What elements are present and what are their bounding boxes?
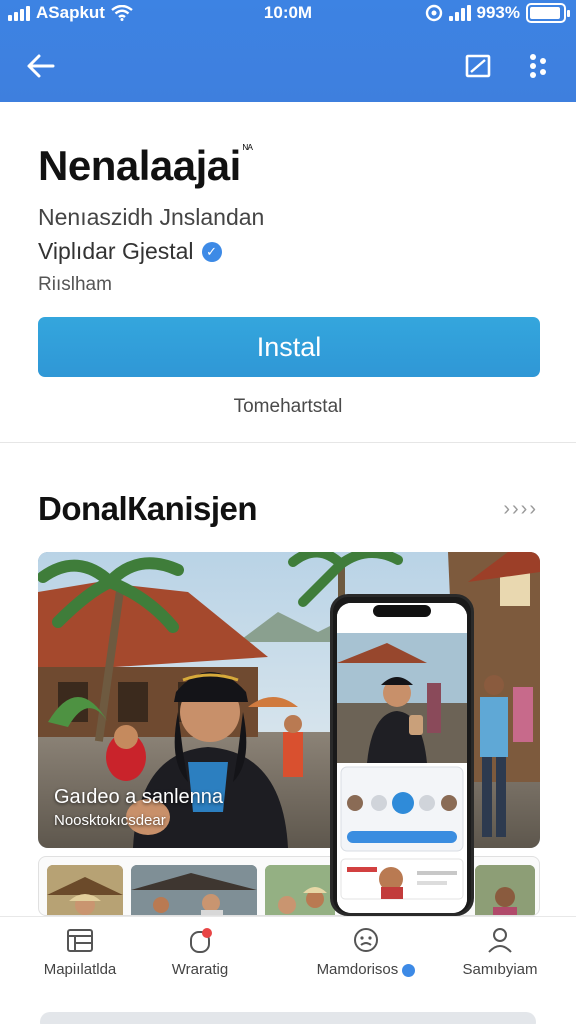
section-more-arrows[interactable]: ›››› [503,498,538,521]
nav-item-4[interactable]: Samıbyiam [440,923,560,978]
developer-row[interactable]: Viplıdar Gjestal ✓ [38,238,222,265]
thumbnail-1-image [47,865,123,915]
cell-signal-icon [448,5,471,21]
app-subtitle: Nenıaszidh Jnslandan [38,204,265,230]
developer-name[interactable]: Viplıdar Gjestal [38,238,194,265]
battery-percent: 993% [476,3,520,22]
nav-item-3[interactable]: Mamdorisos [306,923,426,978]
thumbnail-3[interactable] [265,865,335,915]
alarm-icon [425,4,442,22]
section-title: DonalКanisjen [38,490,258,527]
thumbnail-3-image [265,865,335,915]
status-right: 993% [425,3,570,23]
more-button[interactable] [516,44,560,88]
phone-screen-content [337,603,467,913]
nav-item-1-label: Mapiılatlda [43,961,117,978]
battery-fill [530,7,560,19]
bottom-navigation: Mapiılatlda Wraratig Mamdorisos Samıbyia… [0,916,576,1024]
app-bar: ASapkut 10:0M 993% [0,0,576,102]
status-bar: ASapkut 10:0M 993% [0,0,576,28]
screen-icon [465,54,491,78]
app-details-screen: ASapkut 10:0M 993% Nenalaajai ᴺᴬ Nenıaszi… [0,0,576,1024]
back-button[interactable] [18,44,62,88]
face-icon [354,928,378,952]
thumbnail-2[interactable] [131,865,257,915]
screen-button[interactable] [456,44,500,88]
nav-item-4-label: Samıbyiam [462,961,538,978]
nav-item-3-text: Mamdorisos [316,961,399,978]
nav-item-2-label: Wraratig [171,961,229,978]
install-note: Tomehartstal [233,396,343,417]
thumbnail-4[interactable] [475,865,535,915]
nav-item-1[interactable]: Mapiılatlda [20,923,140,978]
nav-item-3-label: Mamdorisos [306,961,426,978]
app-title: Nenalaajai ᴺᴬ [38,142,253,190]
verified-check-icon: ✓ [201,241,222,262]
thumbnail-2-image [131,865,257,915]
hero-caption: Gaıdeo a sanlenna [54,786,224,808]
profile-icon [488,928,512,953]
install-button[interactable]: Instal [38,317,540,377]
nav-badge-icon [402,963,416,977]
thumbnail-1[interactable] [47,865,123,915]
divider [0,442,576,443]
more-dots-icon [530,54,546,78]
hero-subcaption: Noosktokıcsdear [54,812,166,829]
thumbnail-4-image [475,865,535,915]
back-arrow-icon [27,54,55,78]
store-icon [67,929,93,952]
notification-icon [190,928,212,953]
nav-item-2[interactable]: Wraratig [140,923,260,978]
app-title-superscript: ᴺᴬ [242,142,253,156]
battery-icon [526,3,570,23]
app-category: Riıslham [38,274,112,295]
app-title-text: Nenalaajai [38,142,241,189]
phone-mockup [330,594,474,916]
home-indicator [40,1012,536,1024]
phone-screen [337,603,467,913]
